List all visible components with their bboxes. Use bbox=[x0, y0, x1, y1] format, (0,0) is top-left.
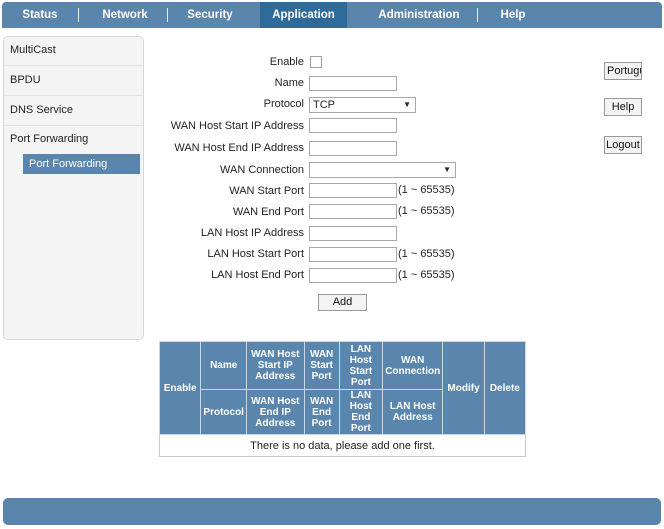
wan-start-port-input[interactable] bbox=[309, 183, 397, 198]
lan-host-start-port-range: (1 ~ 65535) bbox=[398, 248, 455, 260]
lan-host-end-port-range: (1 ~ 65535) bbox=[398, 269, 455, 281]
port-forwarding-table: Enable Name WAN Host Start IP Address WA… bbox=[158, 341, 527, 457]
col-wan-start-port: WAN Start Port bbox=[303, 341, 340, 390]
lan-host-end-port-input[interactable] bbox=[309, 268, 397, 283]
wan-end-port-range: (1 ~ 65535) bbox=[398, 205, 455, 217]
add-button[interactable]: Add bbox=[318, 294, 367, 311]
col-lan-host-end-port: LAN Host End Port bbox=[338, 389, 384, 435]
empty-table-message: There is no data, please add one first. bbox=[159, 434, 526, 457]
protocol-label: Protocol bbox=[263, 98, 304, 110]
lan-host-start-port-label: LAN Host Start Port bbox=[207, 248, 304, 260]
name-input[interactable] bbox=[309, 76, 397, 91]
protocol-value: TCP bbox=[313, 99, 335, 111]
footer-bar bbox=[3, 498, 661, 525]
nav-separator bbox=[78, 8, 79, 22]
wan-host-start-ip-input[interactable] bbox=[309, 118, 397, 133]
sidebar-item-bpdu[interactable]: BPDU bbox=[10, 74, 41, 86]
lan-host-start-port-input[interactable] bbox=[309, 247, 397, 262]
lan-host-ip-label: LAN Host IP Address bbox=[200, 227, 304, 239]
logout-button[interactable]: Logout bbox=[604, 136, 642, 154]
dropdown-arrow-icon: ▼ bbox=[443, 165, 451, 174]
tab-administration[interactable]: Administration bbox=[361, 2, 477, 28]
col-lan-host-address: LAN Host Address bbox=[382, 389, 444, 435]
lan-host-end-port-label: LAN Host End Port bbox=[211, 269, 304, 281]
wan-host-start-ip-label: WAN Host Start IP Address bbox=[170, 120, 304, 132]
sidebar-item-port-forwarding[interactable]: Port Forwarding bbox=[10, 133, 88, 145]
enable-label: Enable bbox=[269, 56, 304, 68]
col-wan-connection: WAN Connection bbox=[382, 341, 444, 390]
wan-start-port-range: (1 ~ 65535) bbox=[398, 184, 455, 196]
enable-checkbox[interactable] bbox=[310, 56, 322, 68]
wan-host-end-ip-input[interactable] bbox=[309, 141, 397, 156]
protocol-select[interactable]: TCP ▼ bbox=[309, 97, 416, 113]
wan-end-port-input[interactable] bbox=[309, 204, 397, 219]
tab-network[interactable]: Network bbox=[86, 2, 164, 28]
wan-connection-label: WAN Connection bbox=[220, 164, 304, 176]
col-name: Name bbox=[200, 341, 248, 390]
help-button[interactable]: Help bbox=[604, 98, 642, 116]
name-label: Name bbox=[274, 77, 304, 89]
col-enable: Enable bbox=[158, 341, 202, 435]
tab-application[interactable]: Application bbox=[260, 2, 347, 28]
sidebar-item-multicast[interactable]: MultiCast bbox=[10, 44, 56, 56]
wan-start-port-label: WAN Start Port bbox=[229, 185, 304, 197]
tab-status[interactable]: Status bbox=[8, 2, 72, 28]
tab-security[interactable]: Security bbox=[172, 2, 248, 28]
dropdown-arrow-icon: ▼ bbox=[403, 100, 411, 109]
wan-end-port-label: WAN End Port bbox=[232, 206, 304, 218]
top-nav: Status Network Security Application Admi… bbox=[2, 2, 662, 28]
col-lan-host-start-port: LAN Host Start Port bbox=[338, 341, 384, 390]
tab-help[interactable]: Help bbox=[486, 2, 540, 28]
language-button[interactable]: Portugu bbox=[604, 62, 642, 80]
col-wan-end-port: WAN End Port bbox=[303, 389, 340, 435]
col-wan-host-start-ip: WAN Host Start IP Address bbox=[246, 341, 305, 390]
col-protocol: Protocol bbox=[200, 389, 248, 435]
wan-connection-select[interactable]: ▼ bbox=[309, 162, 456, 178]
lan-host-ip-input[interactable] bbox=[309, 226, 397, 241]
col-delete: Delete bbox=[483, 341, 527, 435]
sidebar-divider bbox=[4, 95, 143, 96]
col-modify: Modify bbox=[442, 341, 485, 435]
col-wan-host-end-ip: WAN Host End IP Address bbox=[246, 389, 305, 435]
nav-separator bbox=[477, 8, 478, 22]
sidebar-item-dns-service[interactable]: DNS Service bbox=[10, 104, 73, 116]
wan-host-end-ip-label: WAN Host End IP Address bbox=[174, 142, 304, 154]
nav-separator bbox=[167, 8, 168, 22]
